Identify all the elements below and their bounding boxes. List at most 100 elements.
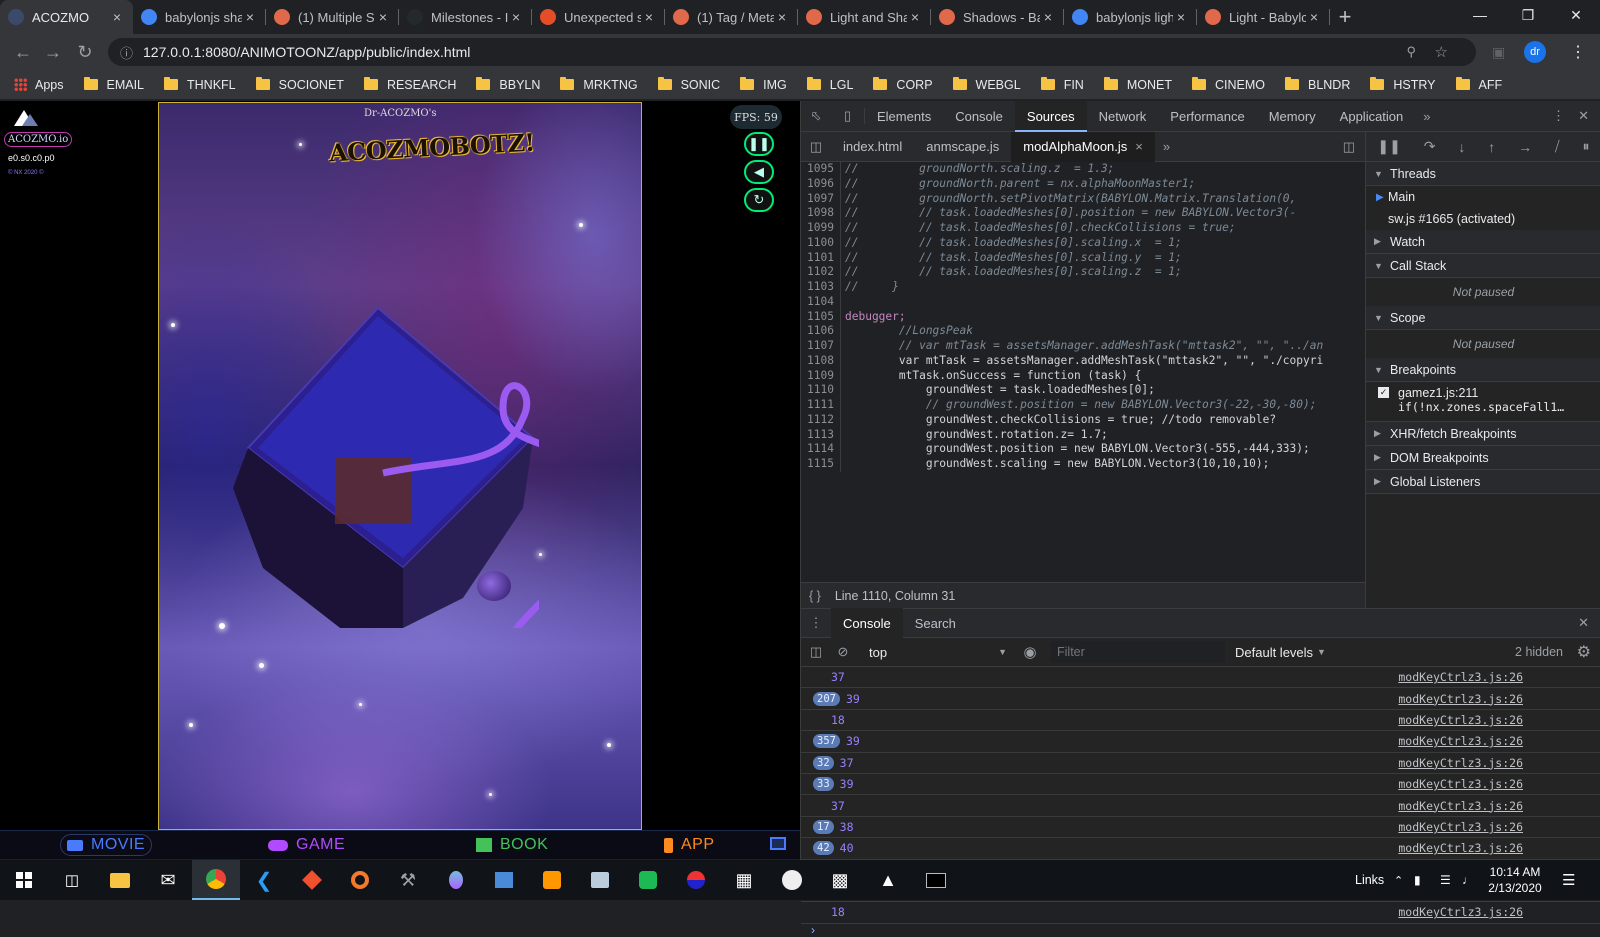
- code-line[interactable]: 1112 groundWest.checkCollisions = true; …: [801, 412, 1365, 428]
- console-source-link[interactable]: modKeyCtrlz3.js:26: [1398, 670, 1523, 684]
- line-number[interactable]: 1112: [801, 412, 841, 428]
- taskbar-photos[interactable]: ▲: [864, 860, 912, 900]
- line-number[interactable]: 1106: [801, 324, 841, 339]
- console-filter-input[interactable]: [1051, 641, 1225, 663]
- pause-resume-icon[interactable]: ❚❚: [1377, 138, 1400, 155]
- line-number[interactable]: 1110: [801, 383, 841, 398]
- device-toolbar-icon[interactable]: ▯: [831, 108, 865, 124]
- xhr-breakpoints-section[interactable]: ▶ XHR/fetch Breakpoints: [1366, 422, 1600, 446]
- taskbar-app-7[interactable]: [768, 860, 816, 900]
- dom-breakpoints-section[interactable]: ▶ DOM Breakpoints: [1366, 446, 1600, 470]
- browser-tab[interactable]: Light and Sha ×: [798, 0, 931, 34]
- bookmark-folder[interactable]: SONIC: [657, 77, 720, 92]
- bookmark-folder[interactable]: FIN: [1040, 77, 1084, 92]
- pause-button[interactable]: ❚❚: [744, 132, 774, 156]
- bookmark-folder[interactable]: WEBGL: [952, 77, 1021, 92]
- code-line[interactable]: 1107 // var mtTask = assetsManager.addMe…: [801, 339, 1365, 354]
- taskbar-app-4[interactable]: [576, 860, 624, 900]
- taskbar-app-6[interactable]: [672, 860, 720, 900]
- line-number[interactable]: 1107: [801, 339, 841, 354]
- live-expression-eye-icon[interactable]: ◉: [1015, 643, 1045, 661]
- console-message[interactable]: 207 39 modKeyCtrlz3.js:26: [801, 688, 1600, 710]
- menu-kebab-icon[interactable]: ⋮: [1570, 42, 1586, 62]
- info-icon[interactable]: ⓘ: [120, 43, 133, 62]
- reload-scene-button[interactable]: ↻: [744, 188, 774, 212]
- console-source-link[interactable]: modKeyCtrlz3.js:26: [1398, 841, 1523, 855]
- nav-movie[interactable]: MOVIE: [60, 834, 153, 856]
- window-icon[interactable]: [770, 837, 786, 850]
- breakpoint-item[interactable]: ✓ gamez1.js:211 if(!nx.zones.spaceFall1…: [1366, 382, 1600, 422]
- line-number[interactable]: 1097: [801, 191, 841, 207]
- context-select[interactable]: top ▼: [855, 641, 1015, 663]
- new-tab-button[interactable]: +: [1330, 0, 1360, 34]
- taskbar-git[interactable]: [288, 860, 336, 900]
- inspect-element-icon[interactable]: ⬁: [801, 108, 831, 124]
- close-tab-icon[interactable]: ×: [242, 9, 258, 25]
- watch-section[interactable]: ▶ Watch: [1366, 230, 1600, 254]
- bookmark-folder[interactable]: EMAIL: [83, 77, 144, 92]
- bookmark-folder[interactable]: MONET: [1103, 77, 1172, 92]
- minimize-button[interactable]: —: [1456, 0, 1504, 30]
- close-window-button[interactable]: ✕: [1552, 0, 1600, 30]
- bookmark-folder[interactable]: BBYLN: [476, 77, 540, 92]
- line-number[interactable]: 1102: [801, 265, 841, 280]
- profile-avatar[interactable]: dr: [1524, 41, 1546, 63]
- bookmark-folder[interactable]: IMG: [740, 77, 787, 92]
- browser-tab[interactable]: Unexpected s ×: [532, 0, 665, 34]
- console-source-link[interactable]: modKeyCtrlz3.js:26: [1398, 799, 1523, 813]
- global-listeners-section[interactable]: ▶ Global Listeners: [1366, 470, 1600, 494]
- start-button[interactable]: [0, 860, 48, 900]
- taskbar-app-3[interactable]: [480, 860, 528, 900]
- call-stack-section[interactable]: ▼ Call Stack: [1366, 254, 1600, 278]
- code-line[interactable]: 1113 groundWest.rotation.z= 1.7;: [801, 427, 1365, 443]
- wifi-icon[interactable]: ☰: [1440, 873, 1451, 887]
- taskbar-vscode[interactable]: ❮: [240, 860, 288, 900]
- line-number[interactable]: 1096: [801, 176, 841, 192]
- bookmark-folder[interactable]: LGL: [806, 77, 853, 92]
- code-line[interactable]: 1102 // // task.loadedMeshes[0].scaling.z…: [801, 265, 1365, 280]
- step-out-icon[interactable]: ↑: [1488, 139, 1495, 155]
- task-view-button[interactable]: ◫: [48, 860, 96, 900]
- taskbar-sublime[interactable]: [528, 860, 576, 900]
- code-line[interactable]: 1099 // // task.loadedMeshes[0].checkColl…: [801, 221, 1365, 236]
- line-number[interactable]: 1099: [801, 221, 841, 236]
- links-toolbar[interactable]: Links: [1355, 873, 1384, 887]
- line-number[interactable]: 1114: [801, 442, 841, 457]
- close-tab-icon[interactable]: ×: [508, 9, 524, 25]
- step-icon[interactable]: →: [1518, 139, 1532, 155]
- console-message[interactable]: 42 40 modKeyCtrlz3.js:26: [801, 838, 1600, 860]
- brand-badge[interactable]: ACOZMO.io: [4, 132, 73, 147]
- devtools-menu-icon[interactable]: ⋮: [1552, 108, 1565, 124]
- console-source-link[interactable]: modKeyCtrlz3.js:26: [1398, 734, 1523, 748]
- notifications-icon[interactable]: ☰: [1562, 871, 1575, 889]
- devtools-tab[interactable]: Application: [1328, 101, 1416, 132]
- bookmark-folder[interactable]: MRKTNG: [560, 77, 638, 92]
- code-line[interactable]: 1101 // // task.loadedMeshes[0].scaling.y…: [801, 250, 1365, 266]
- console-source-link[interactable]: modKeyCtrlz3.js:26: [1398, 777, 1523, 791]
- taskbar-file-explorer[interactable]: [96, 860, 144, 900]
- close-drawer-icon[interactable]: ✕: [1578, 615, 1589, 631]
- close-tab-icon[interactable]: ×: [109, 9, 125, 25]
- browser-tab[interactable]: ACOZMO ×: [0, 0, 133, 34]
- bookmark-folder[interactable]: CORP: [873, 77, 933, 92]
- browser-tab[interactable]: Shadows - Ba ×: [931, 0, 1064, 34]
- taskbar-app-8[interactable]: ▩: [816, 860, 864, 900]
- taskbar-app-1[interactable]: ⚒: [384, 860, 432, 900]
- tray-chevron-up-icon[interactable]: ⌃: [1394, 874, 1403, 887]
- code-line[interactable]: 1103 // }: [801, 280, 1365, 295]
- code-line[interactable]: 1114 groundWest.position = new BABYLON.V…: [801, 442, 1365, 457]
- toggle-navigator-icon[interactable]: ◫: [801, 139, 831, 155]
- code-line[interactable]: 1095 // groundNorth.scaling.z = 1.3;: [801, 162, 1365, 177]
- deactivate-breakpoints-icon[interactable]: ⧸: [1555, 138, 1560, 155]
- devtools-tab[interactable]: Memory: [1257, 101, 1328, 132]
- reload-button[interactable]: ↻: [72, 39, 98, 65]
- code-line[interactable]: 1115 groundWest.scaling = new BABYLON.Ve…: [801, 457, 1365, 472]
- taskbar-app-2[interactable]: [432, 860, 480, 900]
- log-levels-select[interactable]: Default levels ▼: [1235, 645, 1326, 660]
- console-prompt[interactable]: ›: [811, 923, 815, 937]
- code-line[interactable]: 1108 var mtTask = assetsManager.addMeshT…: [801, 353, 1365, 369]
- line-number[interactable]: 1095: [801, 162, 841, 177]
- bookmark-folder[interactable]: HSTRY: [1370, 77, 1436, 92]
- browser-tab[interactable]: (1) Tag / Meta ×: [665, 0, 798, 34]
- bookmark-apps[interactable]: Apps: [14, 78, 64, 92]
